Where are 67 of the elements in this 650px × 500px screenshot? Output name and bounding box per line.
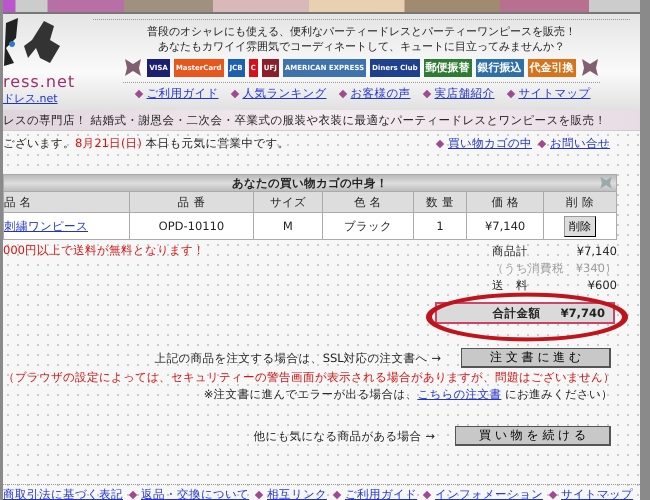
order-instruction: 上記の商品を注文する場合は、SSL対応の注文書へ →	[154, 350, 441, 366]
bullet-icon	[134, 89, 143, 98]
footer-link[interactable]: 返品・交換について	[141, 487, 249, 500]
column-header: サイズ	[253, 192, 322, 212]
summary-label: 送 料	[492, 277, 528, 294]
table-cell: ¥7,140	[466, 212, 544, 240]
delete-button[interactable]: 削除	[564, 216, 596, 236]
nav-link[interactable]: ご利用ガイド	[146, 86, 218, 101]
footer-link[interactable]: 商取引法に基づく表記	[3, 487, 123, 500]
butterfly-icon	[599, 176, 613, 190]
header-link[interactable]: お問い合せ	[550, 136, 610, 151]
summary-value: ¥7,140	[576, 243, 617, 260]
column-header: 品 番	[130, 192, 254, 212]
column-header: 色 名	[322, 192, 414, 212]
bullet-icon	[422, 490, 432, 499]
total-box: 合計金額 ¥7,740	[435, 302, 615, 324]
site-link[interactable]: ドレス.net	[3, 91, 58, 106]
table-cell: M	[253, 212, 322, 240]
tagline-text: 普段のオシャレにも使える、便利なパーティードレスとパーティーワンピースを販売！	[147, 24, 576, 39]
payment-badge: 郵便振替	[424, 59, 472, 77]
continue-instruction: 他にも気になる商品がある場合 →	[254, 428, 435, 444]
order-form-link[interactable]: こちらの注文書	[417, 387, 502, 401]
column-header: 品 名	[4, 192, 130, 212]
nav-link[interactable]: 人気ランキング	[242, 86, 326, 101]
bullet-icon	[538, 139, 546, 148]
table-cell: 1	[413, 212, 467, 240]
summary-value: ¥340）	[576, 260, 617, 277]
table-cell: OPD-10110	[130, 212, 254, 240]
bullet-icon	[506, 89, 515, 98]
status-text: ございます。8月21日(日) 本日も元気に営業中です。	[3, 136, 290, 151]
bullet-icon	[230, 89, 239, 98]
bullet-icon	[332, 490, 342, 499]
summary-value: ¥600	[588, 277, 617, 294]
butterfly-icon	[580, 58, 600, 78]
footer-link[interactable]: 相互リンク	[267, 487, 327, 500]
ssl-warning: （ブラウザの設定によっては、セキュリティーの警告画面が表示される場合がありますが、問題はございません）	[3, 370, 615, 385]
logo-text: ress.net	[3, 72, 76, 91]
nav-link[interactable]: サイトマップ	[518, 86, 590, 101]
butterfly-icon	[123, 58, 144, 78]
payment-badge: 銀行振込	[476, 59, 524, 77]
bullet-icon	[436, 139, 444, 148]
continue-button[interactable]: 買 い 物 を 続 け る	[455, 426, 611, 446]
bullet-icon	[254, 490, 264, 499]
banner-text: レスの専門店！ 結婚式・謝恩会・二次会・卒業式の服装や衣装に最適なパーティードレスとワンピースを販売！	[3, 110, 640, 131]
footer-link[interactable]: サイトマップ	[561, 487, 633, 500]
footer-link[interactable]: インフォメーション	[435, 487, 543, 500]
bullet-icon	[128, 490, 138, 499]
nav-link[interactable]: 実店舗紹介	[434, 86, 494, 101]
error-note: ※注文書に進んでエラーが出る場合は、こちらの注文書 にお進みください）	[202, 387, 613, 402]
shipping-notice: 000円以上で送料が無料となります！	[3, 243, 205, 259]
bullet-icon	[548, 490, 558, 499]
header-link[interactable]: 買い物カゴの中	[448, 136, 532, 151]
payment-badge: 代金引換	[528, 59, 576, 77]
cart-title: あなたの買い物カゴの中身！	[4, 174, 616, 192]
bullet-icon	[422, 89, 431, 98]
table-cell: ブラック	[322, 212, 414, 240]
bullet-icon	[338, 89, 347, 98]
footer-link[interactable]: ご利用ガイド	[345, 487, 417, 500]
column-header: 価 格	[466, 192, 544, 212]
tagline-text: あなたもカワイイ雰囲気でコーディネートして、キュートに目立ってみませんか？	[158, 39, 565, 54]
order-button[interactable]: 注 文 書 に 進 む	[461, 348, 611, 368]
summary-label: （うち消費税	[492, 260, 564, 277]
product-link[interactable]: 刺繍ワンピース	[4, 218, 88, 232]
column-header: 削 除	[544, 192, 616, 212]
nav-link[interactable]: お客様の声	[350, 86, 410, 101]
column-header: 数 量	[413, 192, 467, 212]
summary-label: 商品計	[492, 243, 528, 260]
